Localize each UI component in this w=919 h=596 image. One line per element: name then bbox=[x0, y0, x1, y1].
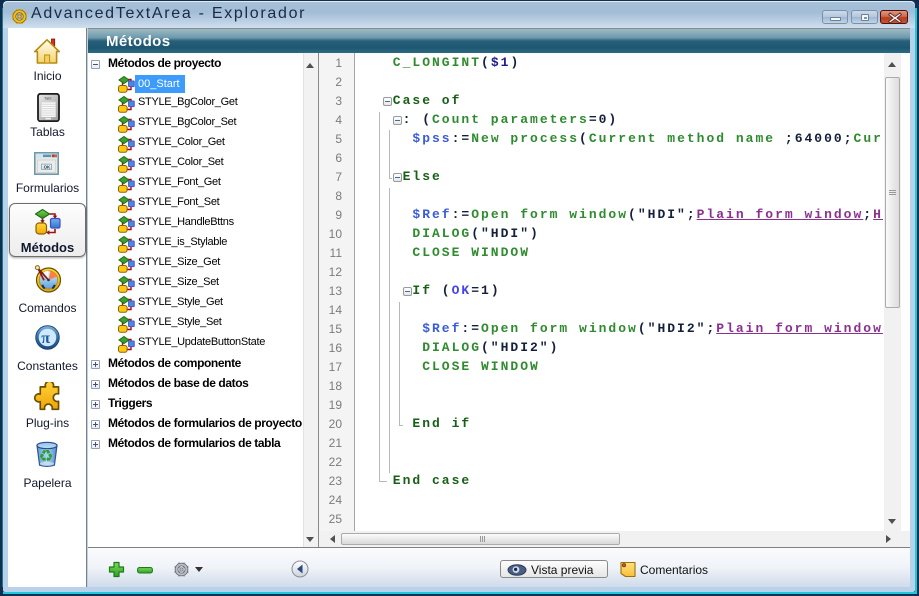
svg-text:OK: OK bbox=[44, 164, 51, 169]
svg-text:π: π bbox=[41, 330, 50, 347]
svg-text:Tabl: Tabl bbox=[44, 96, 51, 101]
svg-text:♻: ♻ bbox=[39, 448, 54, 466]
